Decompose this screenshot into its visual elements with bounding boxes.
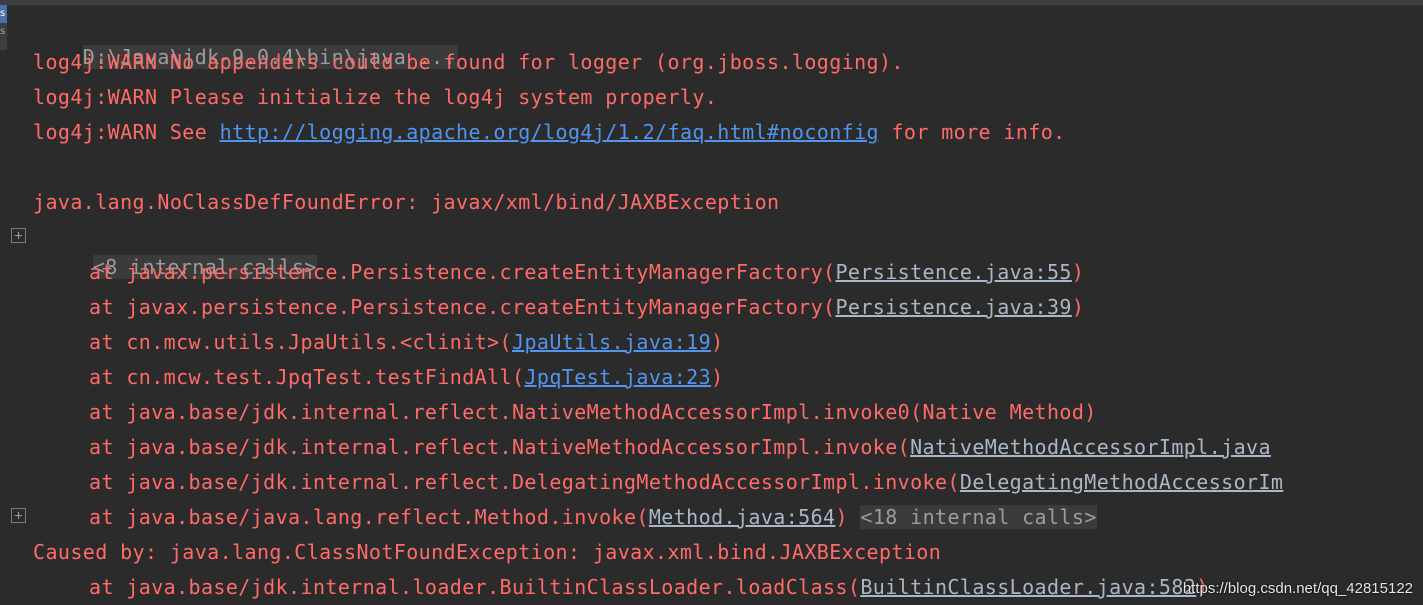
source-link[interactable]: NativeMethodAccessorImpl.java bbox=[910, 435, 1271, 459]
trace-text: ) bbox=[1071, 260, 1085, 284]
console-line-caused-by: Caused by: java.lang.ClassNotFoundExcept… bbox=[33, 540, 942, 564]
internal-calls-fold[interactable]: <18 internal calls> bbox=[860, 505, 1097, 529]
trace-text: at java.base/jdk.internal.loader.Builtin… bbox=[89, 575, 861, 599]
source-link[interactable]: Persistence.java:39 bbox=[835, 295, 1071, 319]
trace-text: at java.base/jdk.internal.reflect.Delega… bbox=[89, 470, 960, 494]
console-line-warn-3: log4j:WARN See http://logging.apache.org… bbox=[33, 117, 1066, 147]
source-link[interactable]: Persistence.java:55 bbox=[835, 260, 1071, 284]
trace-line: at javax.persistence.Persistence.createE… bbox=[33, 257, 1084, 287]
trace-line: at java.base/jdk.internal.reflect.Delega… bbox=[33, 467, 1283, 497]
console-line-warn-2: log4j:WARN Please initialize the log4j s… bbox=[33, 85, 718, 109]
console-top-border bbox=[0, 0, 1423, 6]
trace-text: at java.base/jdk.internal.reflect.Native… bbox=[89, 435, 911, 459]
trace-text: ) bbox=[711, 365, 724, 389]
console-line-warn-1: log4j:WARN No appenders could be found f… bbox=[33, 50, 904, 74]
fold-expand-icon[interactable] bbox=[11, 508, 26, 523]
warn3-prefix: log4j:WARN See bbox=[33, 120, 220, 144]
trace-text: at cn.mcw.utils.JpaUtils.<clinit>( bbox=[89, 330, 512, 354]
console-line-internal-calls[interactable]: <8 internal calls> bbox=[43, 222, 317, 279]
source-link[interactable]: DelegatingMethodAccessorIm bbox=[960, 470, 1283, 494]
source-link[interactable]: JpqTest.java:23 bbox=[524, 365, 711, 389]
console-line-command[interactable]: D:\Java\jdk-9.0.4\bin\java ... bbox=[33, 12, 458, 69]
trace-text: at java.base/jdk.internal.reflect.Native… bbox=[89, 400, 1097, 424]
console-line-error: java.lang.NoClassDefFoundError: javax/xm… bbox=[33, 190, 780, 214]
trace-line: at java.base/jdk.internal.reflect.Native… bbox=[33, 432, 1271, 462]
trace-text: at cn.mcw.test.JpqTest.testFindAll( bbox=[89, 365, 525, 389]
trace-line: at java.base/jdk.internal.loader.Builtin… bbox=[33, 572, 1209, 602]
warn3-suffix: for more info. bbox=[879, 120, 1066, 144]
side-tool-strip[interactable]: s s bbox=[0, 5, 7, 50]
run-console[interactable]: s s D:\Java\jdk-9.0.4\bin\java ... log4j… bbox=[0, 0, 1423, 605]
trace-text: ) bbox=[711, 330, 724, 354]
watermark: https://blog.csdn.net/qq_42815122 bbox=[1182, 580, 1413, 597]
side-tab-active[interactable]: s bbox=[0, 5, 7, 23]
trace-text: at java.base/java.lang.reflect.Method.in… bbox=[89, 505, 649, 529]
trace-line: at java.base/java.lang.reflect.Method.in… bbox=[33, 502, 1097, 532]
trace-text: ) bbox=[835, 505, 861, 529]
trace-text: at javax.persistence.Persistence.createE… bbox=[89, 260, 836, 284]
trace-line: at cn.mcw.utils.JpaUtils.<clinit>(JpaUti… bbox=[33, 327, 724, 357]
trace-line: at cn.mcw.test.JpqTest.testFindAll(JpqTe… bbox=[33, 362, 724, 392]
source-link[interactable]: JpaUtils.java:19 bbox=[512, 330, 711, 354]
source-link[interactable]: BuiltinClassLoader.java:582 bbox=[860, 575, 1196, 599]
log4j-faq-link[interactable]: http://logging.apache.org/log4j/1.2/faq.… bbox=[220, 120, 879, 144]
fold-expand-icon[interactable] bbox=[11, 228, 26, 243]
trace-text: at javax.persistence.Persistence.createE… bbox=[89, 295, 836, 319]
trace-line: at java.base/jdk.internal.reflect.Native… bbox=[33, 397, 1097, 427]
side-tab[interactable]: s bbox=[0, 23, 7, 41]
trace-text: ) bbox=[1071, 295, 1085, 319]
source-link[interactable]: Method.java:564 bbox=[649, 505, 836, 529]
trace-line: at javax.persistence.Persistence.createE… bbox=[33, 292, 1084, 322]
